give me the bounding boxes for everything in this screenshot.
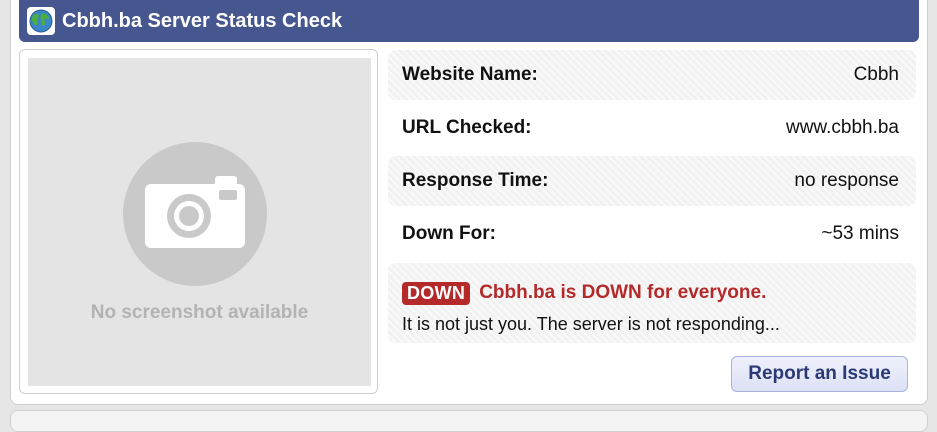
detail-row-response-time: Response Time: no response xyxy=(388,156,916,206)
detail-value: no response xyxy=(794,170,899,191)
status-subtext: It is not just you. The server is not re… xyxy=(402,314,780,334)
detail-row-down-for: Down For: ~53 mins xyxy=(388,209,916,259)
globe-icon xyxy=(27,7,55,35)
detail-row-website-name: Website Name: Cbbh xyxy=(388,50,916,100)
detail-label: URL Checked: xyxy=(402,117,532,138)
detail-row-url-checked: URL Checked: www.cbbh.ba xyxy=(388,103,916,153)
camera-icon xyxy=(123,142,267,286)
panel-header: Cbbh.ba Server Status Check xyxy=(19,0,919,42)
detail-label: Website Name: xyxy=(402,64,538,85)
report-issue-button[interactable]: Report an Issue xyxy=(731,356,908,392)
screenshot-frame: No screenshot available xyxy=(19,49,378,394)
detail-label: Response Time: xyxy=(402,170,549,191)
detail-value: ~53 mins xyxy=(821,223,899,244)
page-title: Cbbh.ba Server Status Check xyxy=(62,9,343,32)
status-message: Cbbh.ba is DOWN for everyone. xyxy=(479,282,767,303)
detail-label: Down For: xyxy=(402,223,496,244)
status-result: DOWN Cbbh.ba is DOWN for everyone. It is… xyxy=(388,263,916,343)
status-badge: DOWN xyxy=(402,281,471,305)
detail-value: Cbbh xyxy=(853,64,899,85)
detail-value: www.cbbh.ba xyxy=(785,117,899,138)
screenshot-placeholder: No screenshot available xyxy=(28,58,371,386)
no-screenshot-label: No screenshot available xyxy=(90,302,309,323)
next-panel xyxy=(10,410,928,432)
